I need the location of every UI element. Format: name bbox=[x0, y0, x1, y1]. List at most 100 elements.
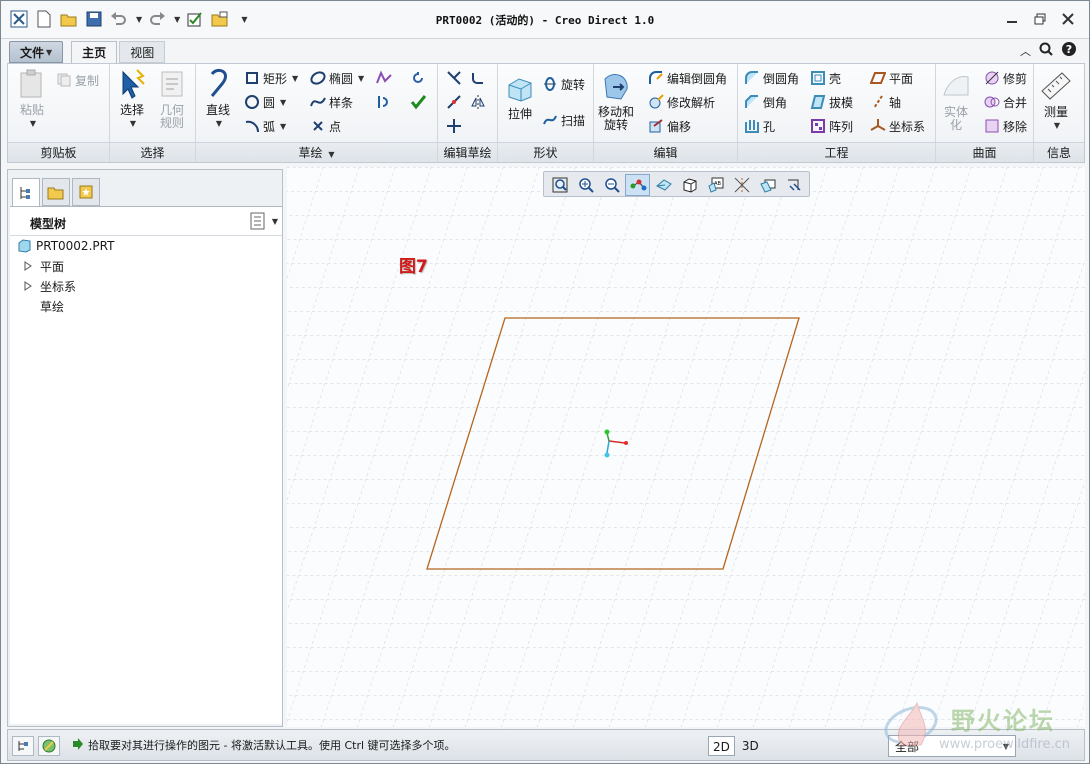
tree-settings-button[interactable]: ▼ bbox=[249, 212, 278, 230]
line-button[interactable]: 直线 ▼ bbox=[202, 68, 234, 130]
circle-icon bbox=[244, 94, 260, 110]
orient-icon[interactable] bbox=[651, 174, 676, 196]
revolve-icon bbox=[542, 76, 558, 92]
chamfer-button[interactable]: 倒角 bbox=[744, 92, 787, 112]
tree-item-planes[interactable]: 平面 bbox=[20, 256, 64, 276]
close-icon[interactable] bbox=[1059, 11, 1077, 27]
restore-icon[interactable] bbox=[1031, 11, 1049, 27]
rectangle-button[interactable]: 矩形 ▼ bbox=[244, 68, 298, 88]
tab-home[interactable]: 主页 bbox=[71, 41, 118, 63]
refit-icon[interactable] bbox=[547, 174, 572, 196]
revolve-button[interactable]: 旋转 bbox=[542, 74, 585, 94]
move-rotate-button[interactable]: 移动和 旋转 bbox=[598, 70, 634, 132]
line-icon bbox=[202, 68, 234, 100]
sketch-text-icon bbox=[376, 70, 392, 86]
annotation-display-icon[interactable] bbox=[781, 174, 806, 196]
draft-button[interactable]: 拔模 bbox=[810, 92, 853, 112]
folder-browser-tab[interactable] bbox=[42, 178, 70, 206]
mode-2d-button[interactable]: 2D bbox=[708, 736, 735, 756]
tree-item-part[interactable]: PRT0002.PRT bbox=[16, 236, 114, 256]
ellipse-button[interactable]: 椭圆 ▼ bbox=[310, 68, 364, 88]
plane-button[interactable]: 平面 bbox=[870, 68, 913, 88]
sketch-view-icon[interactable] bbox=[625, 174, 650, 196]
display-style-icon[interactable] bbox=[677, 174, 702, 196]
paste-button[interactable]: 粘贴 ▼ bbox=[16, 68, 48, 130]
toggle-navigator-icon[interactable] bbox=[12, 736, 34, 756]
search-icon[interactable] bbox=[1039, 42, 1053, 59]
measure-button[interactable]: 测量 ▼ bbox=[1040, 70, 1072, 132]
hole-button[interactable]: 孔 bbox=[744, 116, 775, 136]
merge-button[interactable]: 合并 bbox=[984, 92, 1027, 112]
group-select: 选择 ▼ 几何 规则 选择 bbox=[110, 64, 196, 162]
expand-icon[interactable] bbox=[20, 258, 36, 274]
sketch-project-icon bbox=[376, 94, 392, 110]
corner-sketch-button[interactable] bbox=[446, 116, 462, 136]
tree-item-sketch[interactable]: 草绘 bbox=[40, 296, 64, 316]
tree-item-label: 草绘 bbox=[40, 299, 65, 314]
graphics-window[interactable]: 图7 AB bbox=[287, 167, 1085, 727]
expand-icon[interactable] bbox=[20, 278, 36, 294]
favorites-tab[interactable] bbox=[72, 178, 100, 206]
sketch-plane-outline[interactable] bbox=[287, 167, 1085, 727]
spin-center-icon[interactable] bbox=[755, 174, 780, 196]
trim-button[interactable]: 修剪 bbox=[984, 68, 1027, 88]
select-label: 选择 bbox=[119, 103, 144, 117]
round-button[interactable]: 倒圆角 bbox=[744, 68, 799, 88]
point-button[interactable]: 点 bbox=[310, 116, 341, 136]
point-label: 点 bbox=[329, 119, 342, 134]
coordinate-system-icon bbox=[604, 429, 628, 458]
axis-button[interactable]: 轴 bbox=[870, 92, 901, 112]
zoom-out-icon[interactable] bbox=[599, 174, 624, 196]
round-icon bbox=[744, 70, 760, 86]
group-clipboard-label: 剪贴板 bbox=[8, 142, 109, 162]
model-tree-title: 模型树 bbox=[30, 217, 67, 231]
pattern-button[interactable]: 阵列 bbox=[810, 116, 853, 136]
trim-sketch-button[interactable] bbox=[446, 68, 462, 88]
csys-icon bbox=[870, 118, 886, 134]
accept-sketch-button[interactable] bbox=[410, 92, 426, 112]
tab-file[interactable]: 文件 ▼ bbox=[9, 41, 64, 63]
divide-sketch-button[interactable] bbox=[446, 92, 462, 112]
solidify-button[interactable]: 实体 化 bbox=[940, 70, 972, 132]
group-sketch-text: 草绘 bbox=[298, 146, 323, 160]
group-surfaces-label: 曲面 bbox=[936, 142, 1033, 162]
chevron-down-icon: ▼ bbox=[129, 119, 137, 128]
help-icon[interactable]: ? bbox=[1061, 41, 1077, 60]
arc-button[interactable]: 弧 ▼ bbox=[244, 116, 286, 136]
offset-button[interactable]: 偏移 bbox=[648, 116, 691, 136]
group-sketch-label[interactable]: 草绘 ▼ bbox=[196, 142, 437, 162]
collapse-ribbon-icon[interactable]: ︿ bbox=[1020, 43, 1031, 59]
window-title: PRT0002 (活动的) - Creo Direct 1.0 bbox=[435, 14, 655, 27]
edit-round-button[interactable]: 编辑倒圆角 bbox=[648, 68, 727, 88]
tree-item-csys[interactable]: 坐标系 bbox=[20, 276, 76, 296]
saved-views-icon[interactable]: AB bbox=[703, 174, 728, 196]
paste-label: 粘贴 bbox=[19, 103, 44, 117]
fillet-sketch-button[interactable] bbox=[470, 68, 486, 88]
selection-filter[interactable]: 全部 ▼ bbox=[888, 735, 1016, 757]
copy-button[interactable]: 复制 bbox=[56, 70, 99, 90]
shell-button[interactable]: 壳 bbox=[810, 68, 841, 88]
revolve-label: 旋转 bbox=[561, 77, 586, 92]
datum-display-icon[interactable] bbox=[729, 174, 754, 196]
mode-3d-button[interactable]: 3D bbox=[738, 736, 763, 756]
sketch-project-button[interactable] bbox=[376, 92, 392, 112]
refit-sketch-button[interactable] bbox=[410, 68, 426, 88]
extrude-button[interactable]: 拉伸 bbox=[504, 72, 536, 121]
circle-button[interactable]: 圆 ▼ bbox=[244, 92, 286, 112]
remove-label: 移除 bbox=[1003, 119, 1028, 134]
zoom-in-icon[interactable] bbox=[573, 174, 598, 196]
mirror-icon bbox=[470, 94, 486, 110]
modify-analytic-button[interactable]: 修改解析 bbox=[648, 92, 715, 112]
mirror-sketch-button[interactable] bbox=[470, 92, 486, 112]
geometry-rules-button[interactable]: 几何 规则 bbox=[156, 68, 188, 130]
sweep-button[interactable]: 扫描 bbox=[542, 110, 585, 130]
sketch-text-button[interactable] bbox=[376, 68, 392, 88]
toggle-browser-icon[interactable] bbox=[38, 736, 60, 756]
model-tree-tab[interactable] bbox=[12, 178, 40, 206]
spline-button[interactable]: 样条 bbox=[310, 92, 353, 112]
select-button[interactable]: 选择 ▼ bbox=[116, 68, 148, 130]
remove-button[interactable]: 移除 bbox=[984, 116, 1027, 136]
tab-view[interactable]: 视图 bbox=[119, 41, 166, 63]
minimize-icon[interactable] bbox=[1003, 11, 1021, 27]
csys-button[interactable]: 坐标系 bbox=[870, 116, 925, 136]
